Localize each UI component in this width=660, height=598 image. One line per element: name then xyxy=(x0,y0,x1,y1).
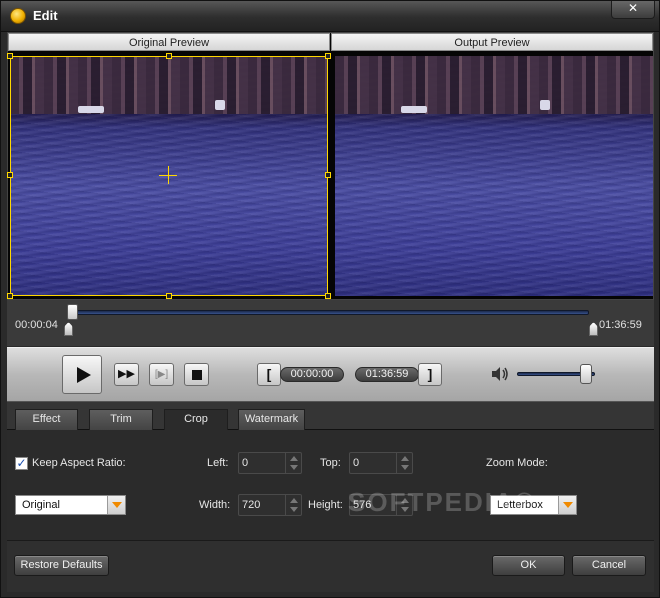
chevron-up-icon xyxy=(290,456,298,461)
crop-handle-bottom-left[interactable] xyxy=(7,293,13,299)
chevron-down-icon xyxy=(112,502,122,508)
left-stepper[interactable] xyxy=(285,453,301,473)
keep-aspect-ratio-label: Keep Aspect Ratio: xyxy=(32,457,126,469)
stop-icon xyxy=(192,370,202,380)
timeline-end-time: 01:36:59 xyxy=(599,319,642,331)
softpedia-watermark: SOFTPEDIA® xyxy=(348,487,536,517)
building-light xyxy=(540,100,550,110)
left-value: 0 xyxy=(242,457,249,469)
set-trim-end-button[interactable]: ] xyxy=(418,363,442,386)
chevron-down-icon xyxy=(290,507,298,512)
left-bracket-icon: [ xyxy=(266,366,272,382)
crop-handle-top-left[interactable] xyxy=(7,53,13,59)
zoom-mode-label: Zoom Mode: xyxy=(486,457,548,469)
top-label: Top: xyxy=(320,457,341,469)
left-label: Left: xyxy=(207,457,229,469)
play-icon xyxy=(77,367,91,383)
crop-handle-bottom-right[interactable] xyxy=(325,293,331,299)
chevron-up-icon xyxy=(401,456,409,461)
close-icon: ✕ xyxy=(627,1,639,15)
next-frame-icon: [▶] xyxy=(154,369,169,380)
keep-aspect-ratio-checkbox[interactable]: ✓ xyxy=(15,457,28,470)
top-input[interactable]: 0 xyxy=(349,452,413,474)
play-button[interactable] xyxy=(62,355,102,394)
width-label: Width: xyxy=(199,499,231,511)
output-preview-video xyxy=(335,56,653,296)
set-trim-start-button[interactable]: [ xyxy=(257,363,281,386)
city-skyline xyxy=(335,56,653,114)
output-preview-label: Output Preview xyxy=(331,33,653,51)
zoom-mode-dropdown-button[interactable] xyxy=(558,496,576,514)
boat xyxy=(401,106,427,113)
width-value: 720 xyxy=(242,499,261,511)
speaker-icon[interactable] xyxy=(490,366,510,382)
width-input[interactable]: 720 xyxy=(238,494,302,516)
tab-watermark[interactable]: Watermark xyxy=(238,409,305,430)
restore-defaults-button[interactable]: Restore Defaults xyxy=(14,555,109,576)
tab-crop[interactable]: Crop xyxy=(164,409,228,431)
checkmark-icon: ✓ xyxy=(16,456,27,470)
crop-handle-top-right[interactable] xyxy=(325,53,331,59)
seek-bar[interactable] xyxy=(68,310,589,315)
close-button[interactable]: ✕ xyxy=(611,0,655,19)
crop-handle-right[interactable] xyxy=(325,172,331,178)
trim-start-time: 00:00:00 xyxy=(280,367,344,382)
crop-frame[interactable] xyxy=(7,53,331,299)
chevron-down-icon xyxy=(563,502,573,508)
right-bracket-icon: ] xyxy=(427,366,433,382)
next-frame-button[interactable]: [▶] xyxy=(149,363,174,386)
top-stepper[interactable] xyxy=(396,453,412,473)
app-icon xyxy=(10,8,26,24)
crosshair-icon xyxy=(168,166,169,184)
fast-forward-icon: ▶▶ xyxy=(118,368,135,380)
chevron-down-icon xyxy=(290,465,298,470)
fast-forward-button[interactable]: ▶▶ xyxy=(114,363,139,386)
tab-effect[interactable]: Effect xyxy=(15,409,78,430)
height-label: Height: xyxy=(308,499,343,511)
chevron-up-icon xyxy=(290,498,298,503)
top-value: 0 xyxy=(353,457,360,469)
aspect-ratio-select[interactable]: Original xyxy=(15,495,126,515)
ok-button[interactable]: OK xyxy=(492,555,565,576)
cancel-button[interactable]: Cancel xyxy=(572,555,646,576)
stop-button[interactable] xyxy=(184,363,209,386)
crop-handle-bottom[interactable] xyxy=(166,293,172,299)
timeline-area xyxy=(7,300,654,346)
seek-thumb[interactable] xyxy=(67,304,78,320)
volume-thumb[interactable] xyxy=(579,364,592,384)
window-title: Edit xyxy=(33,8,58,23)
title-bar[interactable] xyxy=(0,0,660,32)
tab-trim[interactable]: Trim xyxy=(89,409,153,430)
aspect-ratio-value: Original xyxy=(22,499,60,511)
trim-end-time: 01:36:59 xyxy=(355,367,419,382)
crop-handle-top[interactable] xyxy=(166,53,172,59)
crop-handle-left[interactable] xyxy=(7,172,13,178)
original-preview-label: Original Preview xyxy=(8,33,330,51)
left-input[interactable]: 0 xyxy=(238,452,302,474)
aspect-ratio-dropdown-button[interactable] xyxy=(107,496,125,514)
crop-settings-panel xyxy=(7,430,654,540)
chevron-down-icon xyxy=(401,465,409,470)
width-stepper[interactable] xyxy=(285,495,301,515)
timeline-start-time: 00:00:04 xyxy=(15,319,58,331)
